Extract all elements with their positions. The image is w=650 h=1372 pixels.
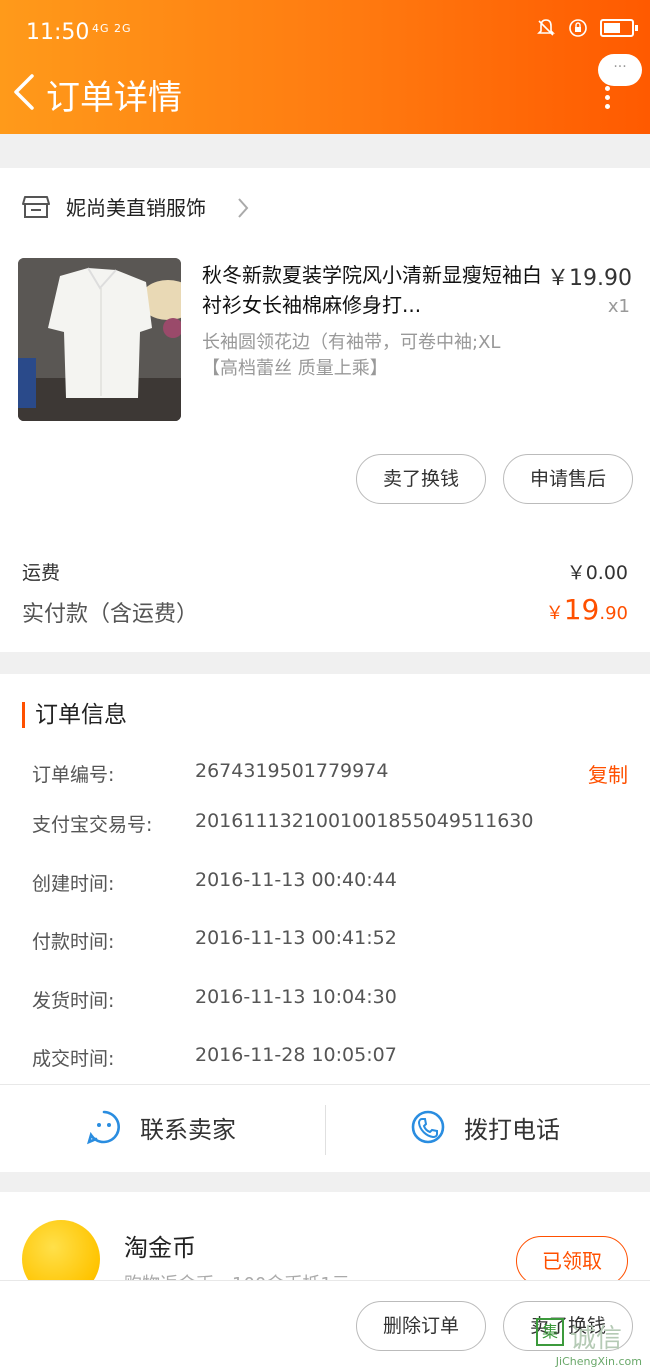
coin-title: 淘金币	[124, 1234, 196, 1262]
paid-total-value: ￥19.90	[545, 593, 628, 626]
product-title[interactable]: 秋冬新款夏装学院风小清新显瘦短袖白衬衫女长袖棉麻修身打...	[202, 260, 542, 320]
action-divider	[325, 1105, 326, 1155]
created-time-row: 创建时间: 2016-11-13 00:40:44	[32, 869, 397, 895]
app-header: 11:50 4G 2G 订单详情 ···	[0, 0, 650, 134]
delete-order-button[interactable]: 删除订单	[356, 1301, 486, 1351]
more-menu-icon[interactable]	[600, 86, 614, 110]
lock-rotation-icon	[569, 19, 587, 37]
shop-link[interactable]: 妮尚美直销服饰	[22, 192, 206, 221]
order-info-title: 订单信息	[22, 702, 127, 728]
alipay-trade-row: 支付宝交易号: 2016111321001001855049511630	[32, 810, 534, 836]
status-icons	[536, 18, 638, 38]
network-signal: 4G 2G	[92, 22, 132, 35]
watermark-text: 诚信	[570, 1324, 623, 1354]
paid-total-label: 实付款（含运费）	[22, 602, 199, 627]
battery-icon	[600, 19, 638, 37]
mute-bell-icon	[537, 19, 555, 36]
product-image[interactable]	[18, 258, 181, 421]
back-arrow-icon[interactable]	[10, 72, 40, 112]
product-spec: 长袖圆领花边（有袖带，可卷中袖;XL【高档蕾丝 质量上乘】	[202, 332, 501, 379]
contact-seller-button[interactable]: 联系卖家	[86, 1109, 236, 1145]
paid-time-row: 付款时间: 2016-11-13 00:41:52	[32, 927, 397, 953]
shipped-time-row: 发货时间: 2016-11-13 10:04:30	[32, 986, 397, 1012]
phone-icon	[411, 1110, 445, 1144]
product-quantity: x1	[607, 296, 630, 317]
watermark-domain: JiChengXin.com	[555, 1355, 642, 1368]
more-message-bubble[interactable]: ···	[598, 54, 642, 86]
status-time: 11:50	[26, 20, 90, 45]
after-sale-button[interactable]: 申请售后	[503, 454, 633, 504]
shipping-value: ￥0.00	[566, 562, 628, 584]
chevron-right-icon[interactable]	[236, 196, 250, 220]
page-title: 订单详情	[46, 78, 182, 118]
claimed-button[interactable]: 已领取	[516, 1236, 628, 1286]
shop-order-card: 妮尚美直销服饰 秋冬新款夏装学院风小清新显瘦短袖白衬衫女长袖棉麻修身打... ￥…	[0, 168, 650, 652]
watermark-logo: 集	[536, 1318, 564, 1346]
store-icon	[22, 195, 50, 218]
chat-face-icon	[86, 1110, 120, 1145]
call-phone-button[interactable]: 拨打电话	[410, 1109, 560, 1145]
shirt-photo	[18, 258, 181, 421]
contact-action-bar: 联系卖家 拨打电话	[0, 1084, 650, 1172]
order-number-row: 订单编号: 2674319501779974	[32, 760, 389, 786]
product-price: ￥19.90	[547, 266, 632, 291]
order-info-card: 订单信息 复制 订单编号: 2674319501779974 支付宝交易号: 201…	[0, 674, 650, 1172]
status-bar: 11:50 4G 2G	[0, 14, 650, 54]
sell-for-cash-button[interactable]: 卖了换钱	[356, 454, 486, 504]
shipping-label: 运费	[22, 562, 61, 584]
shop-name: 妮尚美直销服饰	[66, 196, 206, 220]
deal-time-row: 成交时间: 2016-11-28 10:05:07	[32, 1044, 397, 1070]
